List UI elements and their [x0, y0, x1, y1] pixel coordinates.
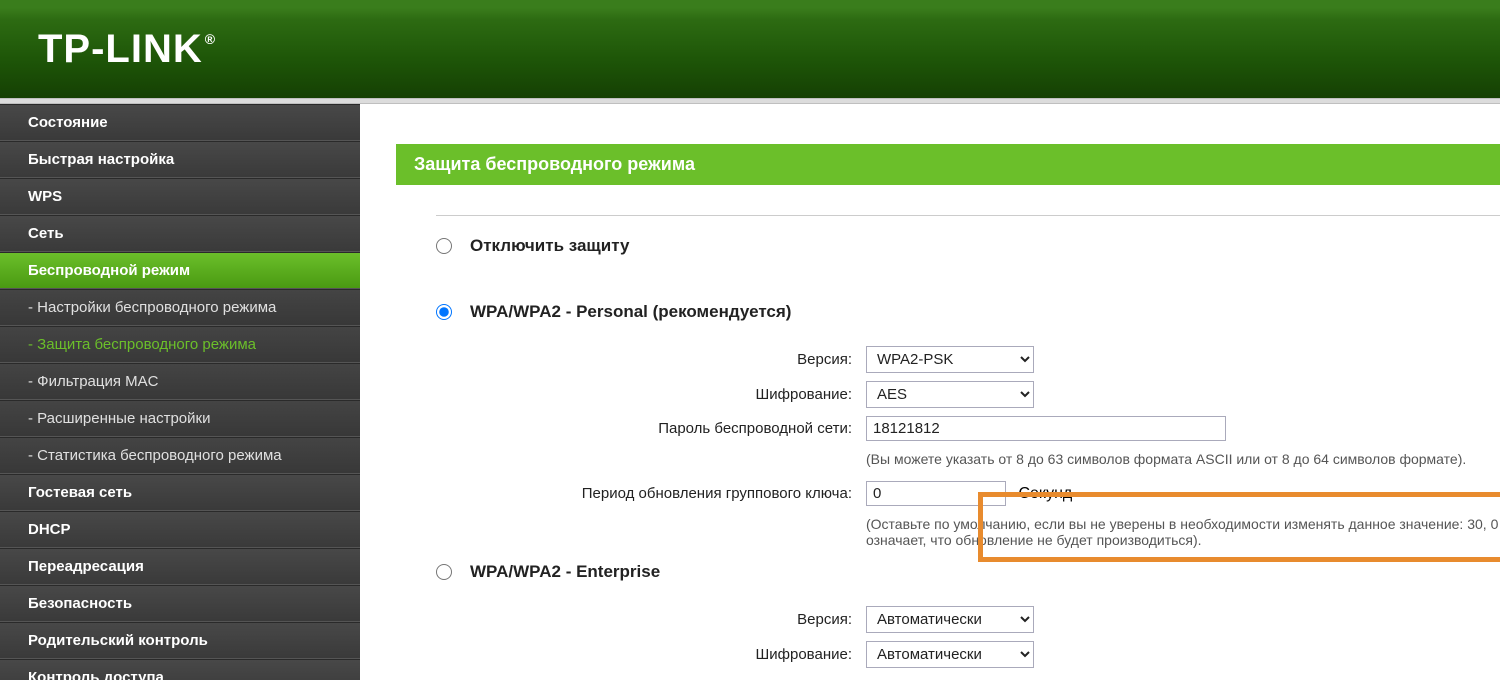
radio-disable-label: Отключить защиту — [470, 236, 629, 256]
group-key-period-input[interactable] — [866, 481, 1006, 506]
sidebar-item[interactable]: DHCP — [0, 511, 360, 548]
radio-wpa-personal-label: WPA/WPA2 - Personal (рекомендуется) — [470, 302, 791, 322]
header: TP-LINK ® — [0, 0, 1500, 98]
sidebar-item[interactable]: - Расширенные настройки — [0, 400, 360, 437]
sidebar-item[interactable]: Контроль доступа — [0, 659, 360, 680]
version-select[interactable]: WPA2-PSK — [866, 346, 1034, 373]
sidebar-item[interactable]: - Защита беспроводного режима — [0, 326, 360, 363]
divider — [436, 215, 1500, 216]
option-wpa-enterprise[interactable]: WPA/WPA2 - Enterprise — [436, 562, 1500, 582]
option-wpa-personal[interactable]: WPA/WPA2 - Personal (рекомендуется) — [436, 302, 1500, 322]
sidebar-item[interactable]: - Статистика беспроводного режима — [0, 437, 360, 474]
wireless-password-input[interactable] — [866, 416, 1226, 441]
option-disable-security[interactable]: Отключить защиту — [436, 236, 1500, 256]
ent-version-select[interactable]: Автоматически — [866, 606, 1034, 633]
encryption-label: Шифрование: — [436, 386, 866, 403]
page-title: Защита беспроводного режима — [396, 144, 1500, 185]
main-content: Защита беспроводного режима Отключить за… — [360, 104, 1500, 680]
sidebar-item[interactable]: Гостевая сеть — [0, 474, 360, 511]
period-unit: Секунд — [1018, 485, 1072, 502]
sidebar-item[interactable]: Сеть — [0, 215, 360, 252]
sidebar-item[interactable]: WPS — [0, 178, 360, 215]
password-hint: (Вы можете указать от 8 до 63 символов ф… — [866, 451, 1500, 467]
sidebar-item[interactable]: - Настройки беспроводного режима — [0, 289, 360, 326]
sidebar: СостояниеБыстрая настройкаWPSСетьБеспров… — [0, 104, 360, 680]
sidebar-item[interactable]: Родительский контроль — [0, 622, 360, 659]
sidebar-item[interactable]: Состояние — [0, 104, 360, 141]
password-label: Пароль беспроводной сети: — [436, 420, 866, 437]
radio-disable[interactable] — [436, 238, 452, 254]
encryption-select[interactable]: AES — [866, 381, 1034, 408]
sidebar-item[interactable]: Безопасность — [0, 585, 360, 622]
sidebar-item[interactable]: - Фильтрация MAC — [0, 363, 360, 400]
radio-wpa-personal[interactable] — [436, 304, 452, 320]
version-label: Версия: — [436, 351, 866, 368]
ent-encryption-select[interactable]: Автоматически — [866, 641, 1034, 668]
radio-wpa-enterprise-label: WPA/WPA2 - Enterprise — [470, 562, 660, 582]
sidebar-item[interactable]: Беспроводной режим — [0, 252, 360, 289]
sidebar-item[interactable]: Переадресация — [0, 548, 360, 585]
period-hint: (Оставьте по умолчанию, если вы не увере… — [866, 516, 1500, 548]
period-label: Период обновления группового ключа: — [436, 485, 866, 502]
registered-icon: ® — [205, 31, 216, 47]
radio-wpa-enterprise[interactable] — [436, 564, 452, 580]
brand-text: TP-LINK — [38, 27, 203, 72]
sidebar-item[interactable]: Быстрая настройка — [0, 141, 360, 178]
ent-encryption-label: Шифрование: — [436, 646, 866, 663]
ent-version-label: Версия: — [436, 611, 866, 628]
brand-logo: TP-LINK ® — [38, 27, 216, 72]
